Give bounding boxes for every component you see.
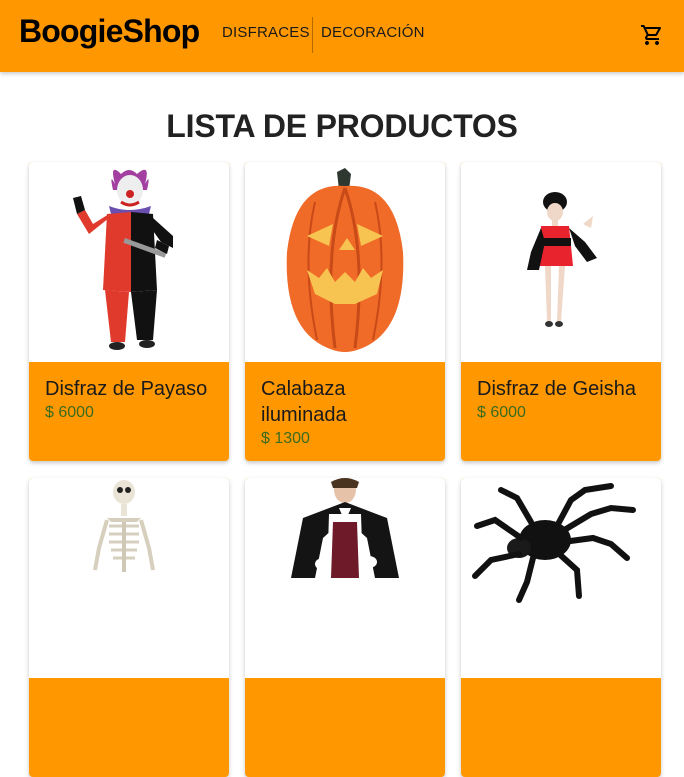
product-name: Calabaza iluminada — [261, 378, 347, 426]
product-name: Disfraz de Payaso — [45, 378, 208, 400]
spider-image[interactable] — [461, 478, 661, 678]
card-content: Disfraz de Geisha $ 6000 — [477, 376, 652, 422]
shopping-cart-icon[interactable] — [640, 23, 664, 47]
product-card[interactable]: Disfraz de Geisha $ 6000 — [461, 162, 661, 461]
pumpkin-image[interactable] — [245, 162, 445, 362]
product-card[interactable] — [461, 478, 661, 777]
product-card[interactable] — [29, 478, 229, 777]
product-card[interactable] — [245, 478, 445, 777]
nav-decoracion[interactable]: DECORACIÓN — [321, 17, 425, 53]
product-price: $ 6000 — [45, 404, 94, 421]
skeleton-image[interactable] — [29, 478, 229, 678]
logo[interactable]: BoogieShop — [19, 13, 200, 50]
product-price: $ 1300 — [261, 430, 310, 447]
card-content: Disfraz de Payaso $ 6000 — [45, 376, 220, 422]
card-content: Calabaza iluminada $ 1300 — [261, 376, 436, 448]
app-bar: BoogieShop DISFRACES DECORACIÓN — [0, 0, 684, 72]
product-price: $ 6000 — [477, 404, 526, 421]
product-name: Disfraz de Geisha — [477, 378, 636, 400]
product-card[interactable]: Calabaza iluminada $ 1300 — [245, 162, 445, 461]
vampire-costume-image[interactable] — [245, 478, 445, 678]
nav-divider — [312, 17, 313, 53]
clown-costume-image[interactable] — [29, 162, 229, 362]
page-title: LISTA DE PRODUCTOS — [166, 108, 518, 144]
nav-disfraces[interactable]: DISFRACES — [222, 17, 310, 53]
geisha-costume-image[interactable] — [461, 162, 661, 362]
product-card[interactable]: Disfraz de Payaso $ 6000 — [29, 162, 229, 461]
